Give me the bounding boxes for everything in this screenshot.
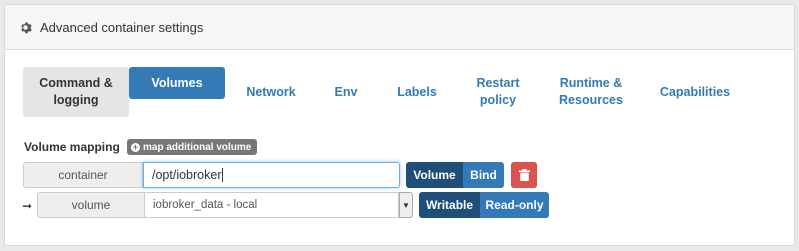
panel-header: Advanced container settings — [5, 5, 794, 50]
container-addon: container — [23, 162, 143, 188]
tab-labels[interactable]: Labels — [375, 67, 459, 117]
volume-type-toggle: Volume Bind — [406, 162, 504, 188]
volume-addon: volume — [37, 192, 145, 218]
volume-row-host: volume iobroker_data - local ▼ — [37, 192, 413, 218]
bind-type-button[interactable]: Bind — [463, 162, 504, 188]
tab-label: Volumes — [151, 75, 203, 90]
panel-title: Advanced container settings — [40, 19, 204, 35]
read-only-button[interactable]: Read-only — [480, 192, 549, 218]
tab-volumes[interactable]: Volumes — [129, 67, 225, 99]
map-button-label: map additional volume — [143, 141, 252, 153]
volume-select[interactable]: iobroker_data - local — [145, 192, 399, 218]
tab-label: Restart policy — [476, 76, 520, 107]
map-additional-volume-button[interactable]: + map additional volume — [127, 139, 258, 155]
tab-label: Labels — [397, 84, 437, 99]
chevron-down-icon[interactable]: ▼ — [399, 192, 413, 218]
tab-label: Runtime & Resources — [559, 76, 623, 107]
tab-label: Env — [334, 84, 358, 99]
container-path-input[interactable]: /opt/iobroker — [143, 162, 400, 188]
tab-label: Capabilities — [659, 84, 731, 99]
tab-network[interactable]: Network — [225, 67, 317, 117]
arrow-icon: ➞ — [22, 199, 33, 213]
trash-icon — [518, 169, 530, 181]
tab-label: Command & logging — [39, 76, 113, 107]
tab-command-logging[interactable]: Command & logging — [23, 67, 129, 117]
tab-env[interactable]: Env — [317, 67, 375, 117]
tab-restart-policy[interactable]: Restart policy — [459, 67, 537, 117]
container-path-value: /opt/iobroker — [152, 168, 222, 182]
volume-mapping-label: Volume mapping — [24, 140, 120, 154]
volume-row-container: container /opt/iobroker — [23, 162, 400, 188]
access-mode-toggle: Writable Read-only — [419, 192, 549, 218]
advanced-settings-panel: Advanced container settings Command & lo… — [4, 4, 795, 246]
writable-button[interactable]: Writable — [419, 192, 480, 218]
tab-runtime-resources[interactable]: Runtime & Resources — [537, 67, 645, 117]
tab-bar: Command & logging Volumes Network Env La… — [23, 67, 745, 117]
remove-volume-button[interactable] — [511, 162, 537, 188]
tab-capabilities[interactable]: Capabilities — [645, 67, 745, 117]
text-cursor — [222, 168, 224, 182]
tab-label: Network — [246, 84, 296, 99]
volume-type-button[interactable]: Volume — [406, 162, 463, 188]
volume-select-value: iobroker_data - local — [153, 199, 258, 211]
gear-icon — [21, 21, 32, 33]
plus-icon: + — [131, 141, 140, 152]
